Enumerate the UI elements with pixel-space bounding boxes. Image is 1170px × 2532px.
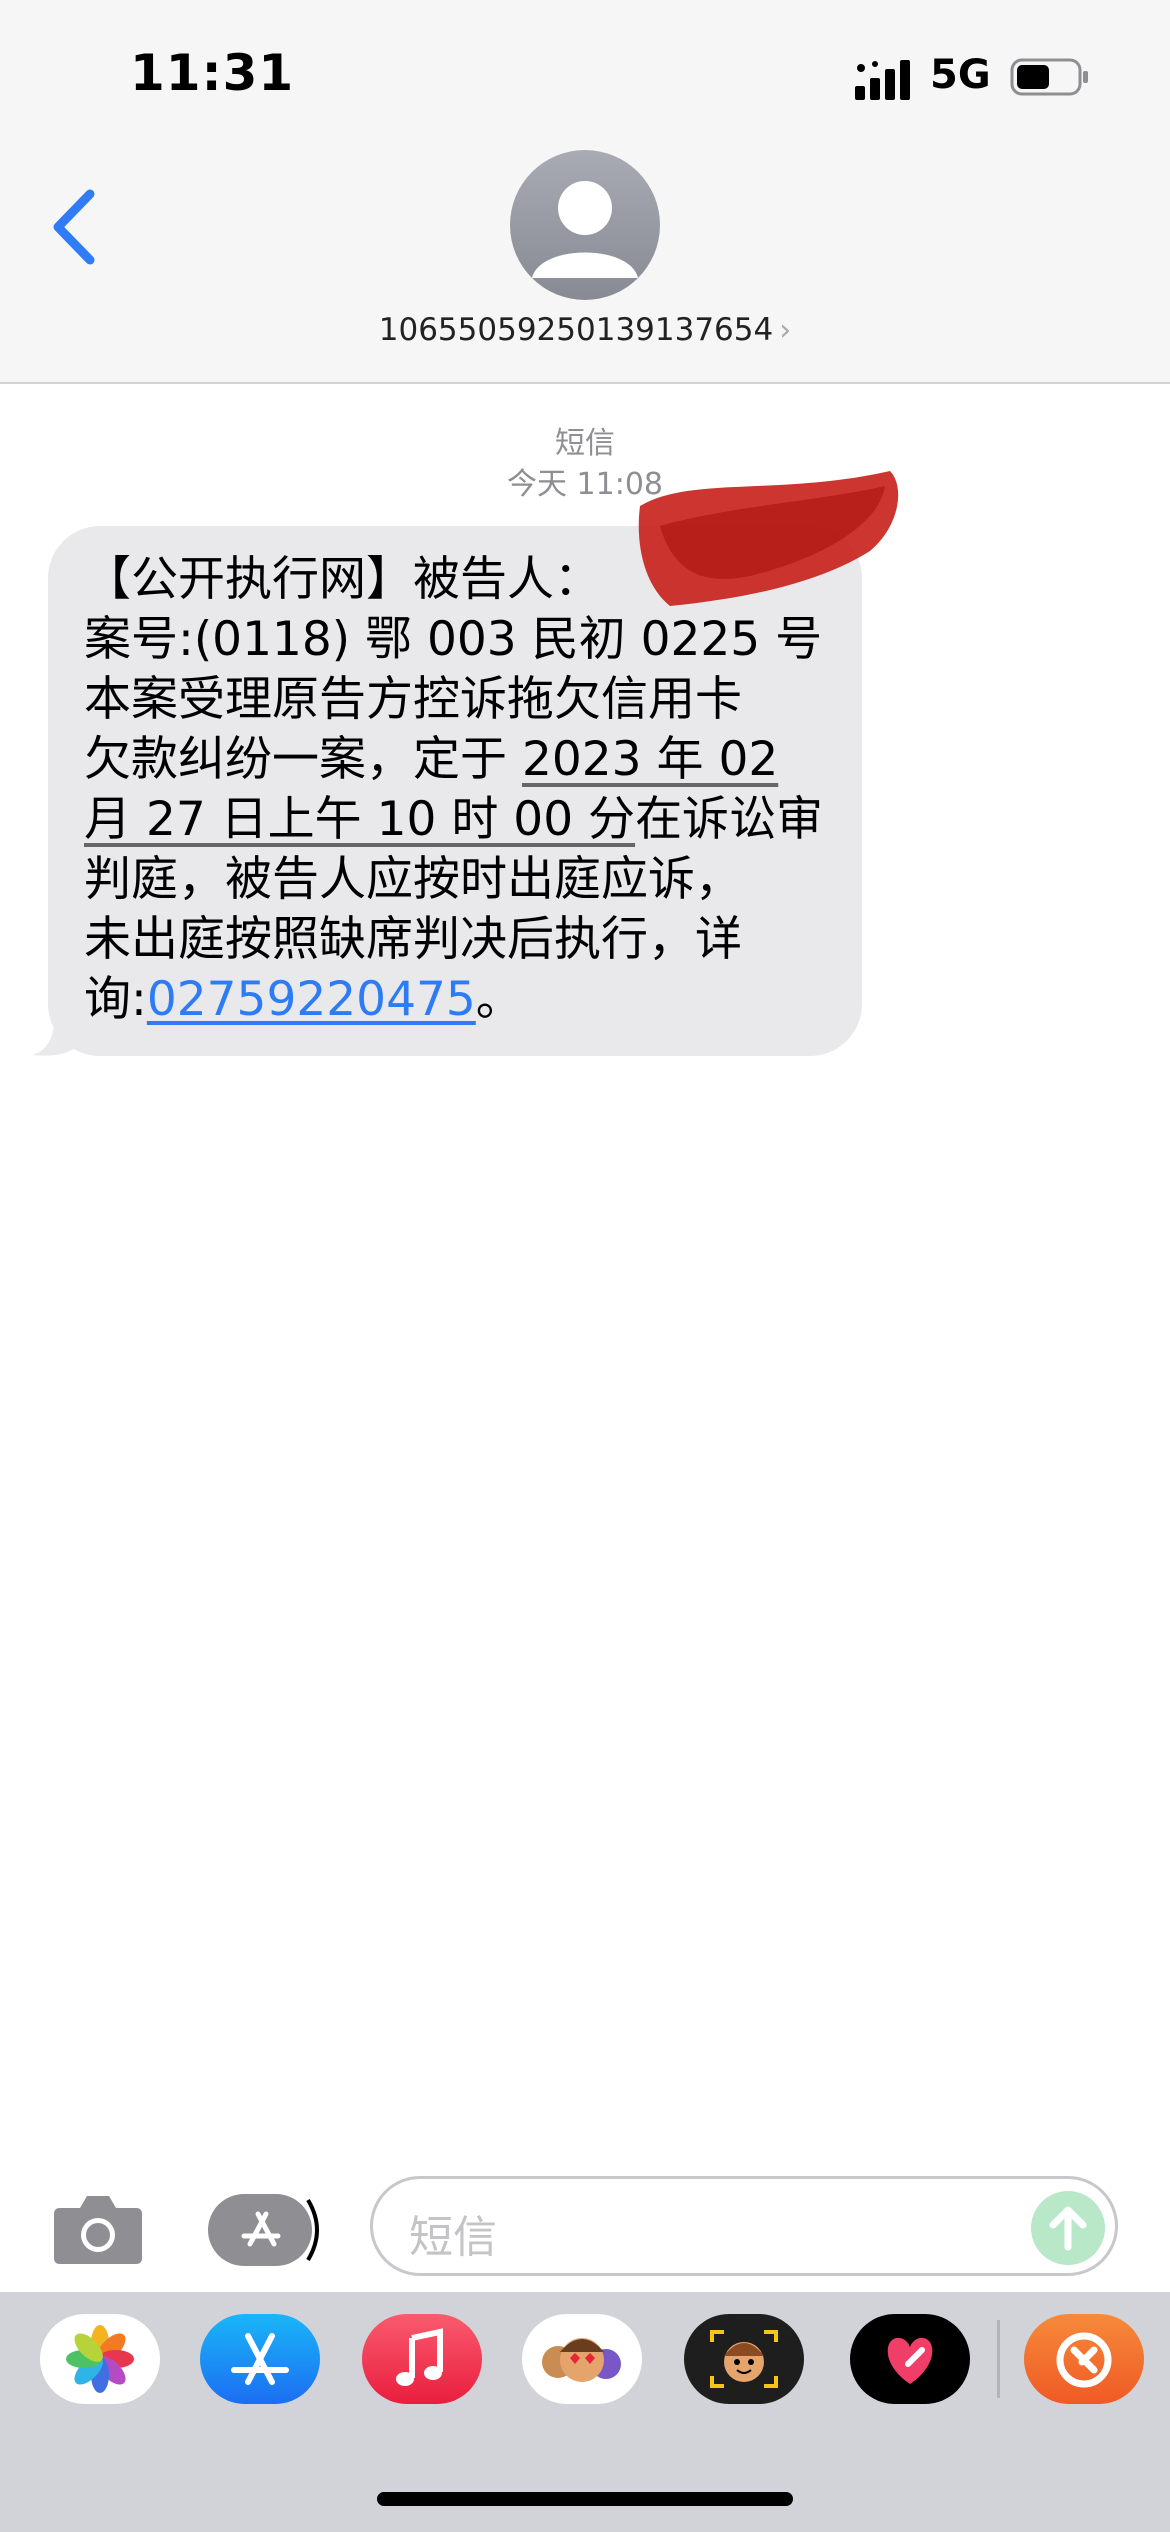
network-type: 5G (930, 52, 991, 98)
message-text: 。 (475, 972, 523, 1027)
contact-avatar[interactable] (510, 150, 660, 300)
phone-number-link[interactable]: 02759220475 (147, 972, 476, 1027)
contact-name-button[interactable]: 10655059250139137654 › (0, 312, 1170, 348)
third-party-app-icon[interactable] (1024, 2314, 1144, 2404)
message-line: 月 27 日上午 10 时 00 分在诉讼审 (84, 790, 823, 850)
digital-touch-icon[interactable] (850, 2314, 970, 2404)
memoji-stickers-icon[interactable] (522, 2314, 642, 2404)
arrow-up-icon[interactable] (1031, 2191, 1105, 2265)
date-detected-text[interactable]: 2023 年 02 (522, 732, 778, 787)
message-line: 案号:(0118) 鄂 003 民初 0225 号 (84, 612, 823, 667)
service-label: 短信 (555, 426, 615, 461)
cellular-signal-icon (855, 60, 910, 100)
battery-icon (1010, 58, 1088, 96)
chevron-left-icon[interactable] (40, 182, 110, 272)
input-placeholder: 短信 (409, 2212, 497, 2263)
message-line: 判庭，被告人应按时出庭应诉， (84, 852, 742, 907)
camera-icon[interactable] (52, 2190, 144, 2266)
message-input[interactable]: 短信 (370, 2176, 1118, 2276)
message-text: 在诉讼审 (635, 792, 824, 847)
person-icon (532, 181, 638, 278)
message-line: 欠款纠纷一案，定于 2023 年 02 (84, 730, 778, 790)
redaction-mark (638, 471, 899, 606)
message-line: 未出庭按照缺席判决后执行，详 (84, 912, 742, 967)
conversation-header: 10655059250139137654 › (0, 150, 1170, 384)
photos-icon[interactable] (40, 2314, 160, 2404)
message-line: 【公开执行网】被告人： (84, 552, 601, 607)
chevron-right-icon: › (779, 313, 792, 348)
message-timestamp: 今天 11:08 (507, 467, 663, 502)
app-store-icon[interactable] (200, 2314, 320, 2404)
contact-name: 10655059250139137654 (378, 312, 774, 348)
status-time: 11:31 (130, 44, 295, 102)
drawer-divider (997, 2320, 1000, 2398)
app-store-icon[interactable] (208, 2194, 320, 2266)
message-text: 询: (84, 972, 147, 1027)
home-indicator[interactable] (377, 2492, 793, 2506)
music-icon[interactable] (362, 2314, 482, 2404)
message-line: 本案受理原告方控诉拖欠信用卡 (84, 672, 742, 727)
memoji-camera-icon[interactable] (684, 2314, 804, 2404)
date-detected-text[interactable]: 月 27 日上午 10 时 00 分 (84, 792, 635, 847)
message-line: 询:02759220475。 (84, 970, 523, 1030)
status-bar: 11:31 5G (0, 0, 1170, 150)
message-text: 欠款纠纷一案，定于 (84, 732, 522, 787)
